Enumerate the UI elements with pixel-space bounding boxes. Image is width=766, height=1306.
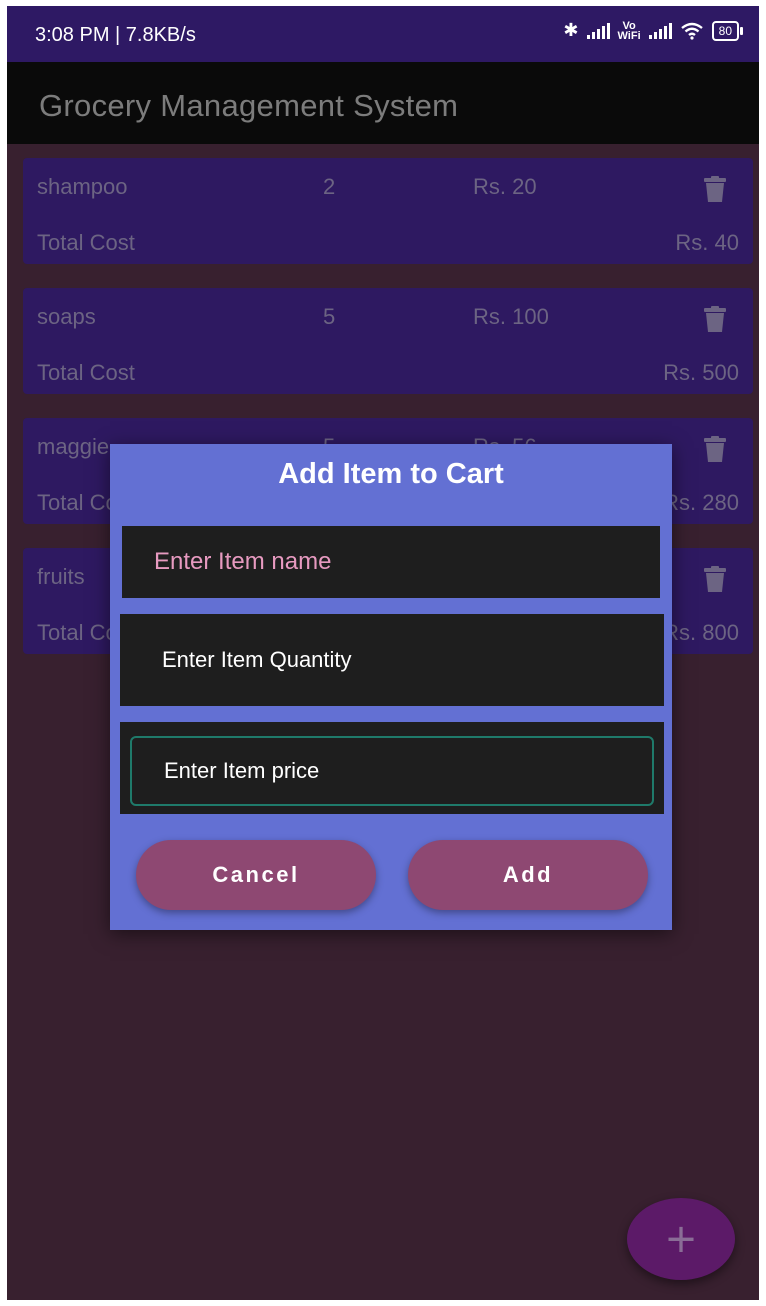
plus-icon: + bbox=[664, 1216, 698, 1262]
vowifi-icon: Vo WiFi bbox=[617, 19, 641, 42]
total-cost-value: Rs. 40 bbox=[675, 230, 739, 255]
item-price-box bbox=[130, 736, 654, 806]
item-price: Rs. 100 bbox=[473, 304, 549, 329]
app-screen: 3:08 PM | 7.8KB/s ✱ Vo WiFi 80 Grocery M… bbox=[7, 6, 759, 1300]
total-cost-value: Rs. 500 bbox=[663, 360, 739, 385]
item-name: maggie bbox=[37, 434, 110, 459]
item-quantity-field bbox=[120, 614, 664, 706]
item-price-input[interactable] bbox=[132, 738, 652, 804]
total-cost-value: Rs. 280 bbox=[663, 490, 739, 515]
dialog-title: Add Item to Cart bbox=[278, 458, 504, 490]
signal-icon bbox=[648, 22, 672, 39]
add-item-fab[interactable]: + bbox=[627, 1198, 735, 1280]
total-cost-label: Total Cost bbox=[37, 230, 135, 255]
item-name-field bbox=[122, 526, 660, 598]
vowifi-bottom: WiFi bbox=[617, 29, 641, 42]
item-name: fruits bbox=[37, 564, 85, 589]
delete-icon[interactable] bbox=[703, 436, 727, 462]
battery-level: 80 bbox=[718, 23, 732, 38]
cancel-button[interactable]: Cancel bbox=[136, 840, 376, 910]
add-item-dialog: Add Item to Cart Cancel Add bbox=[110, 444, 672, 930]
wifi-icon bbox=[680, 22, 703, 40]
app-title: Grocery Management System bbox=[39, 88, 459, 123]
app-bar: Grocery Management System bbox=[7, 62, 759, 144]
delete-icon[interactable] bbox=[703, 566, 727, 592]
list-item: soaps 5 Rs. 100 Total Cost Rs. 500 bbox=[23, 288, 753, 394]
item-quantity-input[interactable] bbox=[120, 614, 664, 706]
add-button[interactable]: Add bbox=[408, 840, 648, 910]
total-cost-label: Total Cost bbox=[37, 360, 135, 385]
item-quantity: 5 bbox=[323, 304, 336, 329]
battery-icon: 80 bbox=[711, 20, 744, 41]
delete-icon[interactable] bbox=[703, 176, 727, 202]
status-time: 3:08 PM | 7.8KB/s bbox=[35, 24, 196, 46]
delete-icon[interactable] bbox=[703, 306, 727, 332]
item-name-input[interactable] bbox=[122, 526, 660, 598]
item-name: shampoo bbox=[37, 174, 128, 199]
status-icons: ✱ Vo WiFi 80 bbox=[563, 19, 744, 42]
vowifi-top: Vo bbox=[622, 19, 636, 32]
item-price: Rs. 20 bbox=[473, 174, 537, 199]
list-item: shampoo 2 Rs. 20 Total Cost Rs. 40 bbox=[23, 158, 753, 264]
item-quantity: 2 bbox=[323, 174, 336, 199]
signal-icon bbox=[586, 22, 610, 39]
status-bar: 3:08 PM | 7.8KB/s ✱ Vo WiFi 80 bbox=[7, 6, 759, 62]
bluetooth-icon: ✱ bbox=[563, 20, 579, 41]
total-cost-value: Rs. 800 bbox=[663, 620, 739, 645]
item-price-field bbox=[120, 722, 664, 814]
item-name: soaps bbox=[37, 304, 96, 329]
